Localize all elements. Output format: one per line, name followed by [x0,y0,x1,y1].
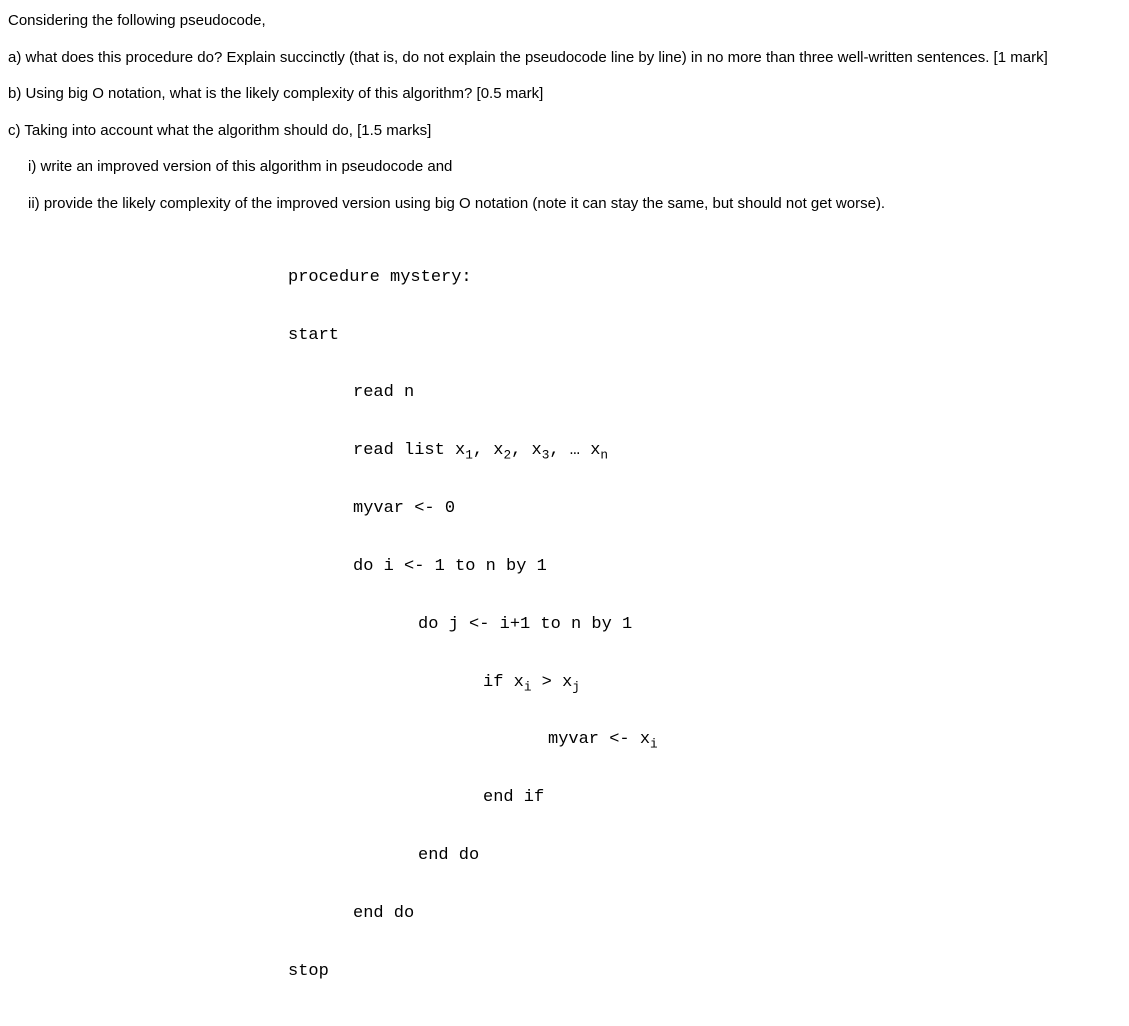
subscript: n [600,448,608,463]
question-c: c) Taking into account what the algorith… [8,120,1121,143]
subscript: j [572,679,580,694]
code-line: if xi > xj [288,669,1121,698]
code-line: procedure mystery: [288,264,1121,293]
code-line: stop [288,958,1121,987]
code-text: , … x [549,441,600,460]
code-line: start [288,322,1121,351]
code-text: , x [473,441,504,460]
code-line: read list x1, x2, x3, … xn [288,437,1121,466]
question-c-i: i) write an improved version of this alg… [8,156,1121,179]
code-line: myvar <- 0 [288,495,1121,524]
code-text: , x [511,441,542,460]
question-a: a) what does this procedure do? Explain … [8,47,1121,70]
code-line: read n [288,379,1121,408]
pseudocode-block: procedure mystery: start read n read lis… [288,235,1121,1016]
code-line: do i <- 1 to n by 1 [288,553,1121,582]
code-text: if x [483,673,524,692]
subscript: 2 [503,448,511,463]
subscript: 1 [465,448,473,463]
code-line: end do [288,842,1121,871]
intro-text: Considering the following pseudocode, [8,10,1121,33]
code-line: end if [288,784,1121,813]
code-line: myvar <- xi [288,726,1121,755]
question-c-ii: ii) provide the likely complexity of the… [8,193,1121,216]
subscript: i [650,737,658,752]
code-line: end do [288,900,1121,929]
code-text: myvar <- x [548,730,650,749]
code-line: do j <- i+1 to n by 1 [288,611,1121,640]
question-b: b) Using big O notation, what is the lik… [8,83,1121,106]
code-text: read list x [353,441,465,460]
code-text: > x [531,673,572,692]
